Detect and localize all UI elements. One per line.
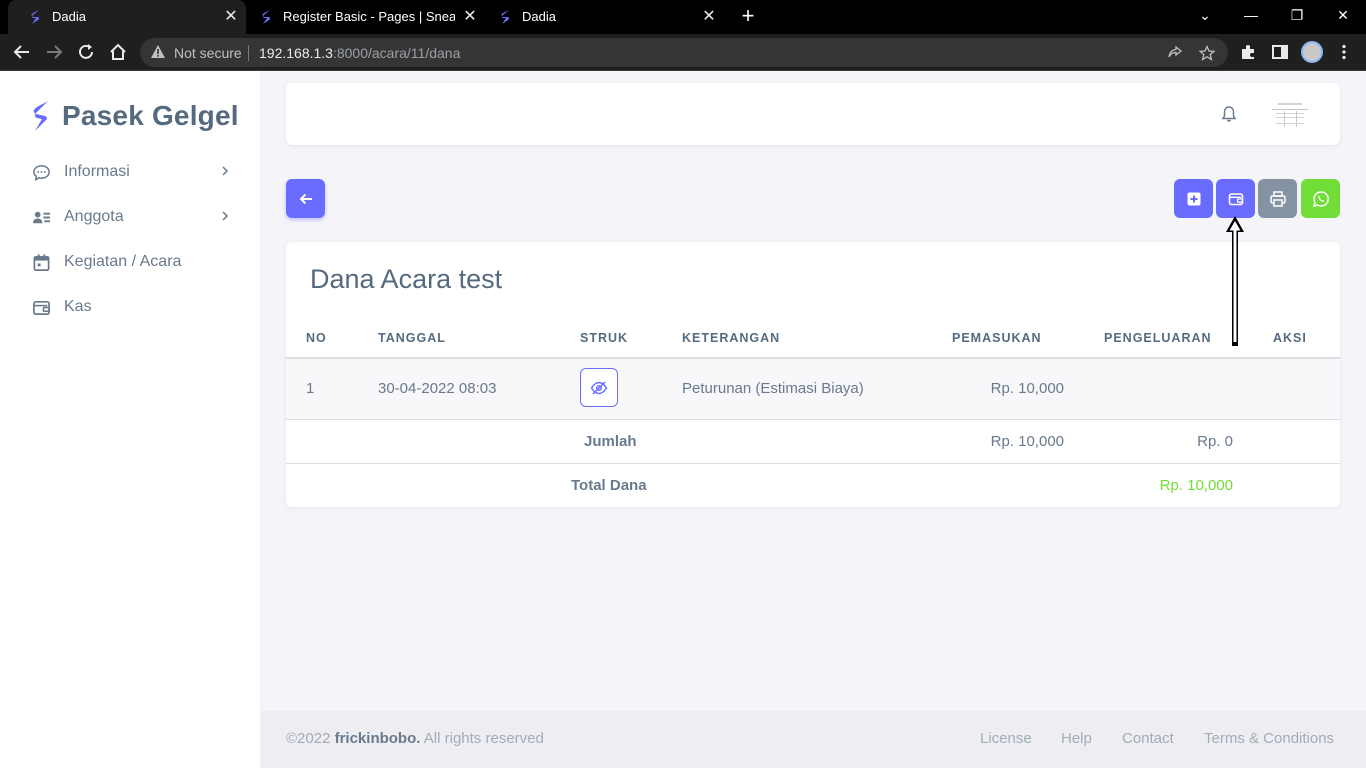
jumlah-pemasukan: Rp. 10,000 xyxy=(990,433,1064,450)
browser-tab-strip: Dadia ✕ Register Basic - Pages | Sneat -… xyxy=(0,0,1366,34)
user-list-icon xyxy=(32,211,51,224)
close-tab-icon[interactable]: ✕ xyxy=(222,8,240,26)
column-header-pengeluaran: PENGELUARAN xyxy=(1104,331,1212,345)
address-bar[interactable]: Not secure 192.168.1.3:8000/acara/11/dan… xyxy=(140,38,1228,67)
security-label: Not secure xyxy=(174,45,242,61)
sneat-favicon-icon xyxy=(501,10,509,24)
whatsapp-button[interactable] xyxy=(1301,179,1340,218)
chevron-right-icon xyxy=(222,166,229,176)
jumlah-pengeluaran: Rp. 0 xyxy=(1197,433,1233,450)
forward-nav-icon[interactable] xyxy=(42,40,66,64)
wallet-icon xyxy=(1228,192,1243,205)
tab-title: Dadia xyxy=(522,9,556,24)
close-window-button[interactable]: ✕ xyxy=(1320,0,1366,30)
row-divider xyxy=(286,419,1340,420)
sneat-logo-icon xyxy=(33,101,48,131)
calendar-icon xyxy=(33,254,50,271)
sneat-favicon-icon xyxy=(31,10,39,24)
sneat-favicon-icon xyxy=(262,10,270,24)
sidebar-item-label: Kegiatan / Acara xyxy=(64,253,182,270)
column-header-tanggal: TANGGAL xyxy=(378,331,446,345)
card-title: Dana Acara test xyxy=(310,264,503,294)
back-nav-icon[interactable] xyxy=(10,40,34,64)
tab-title: Dadia xyxy=(52,9,86,24)
wallet-icon xyxy=(33,300,50,316)
close-tab-icon[interactable]: ✕ xyxy=(461,8,479,26)
minimize-button[interactable]: — xyxy=(1228,0,1274,30)
sidebar-item-kegiatan[interactable]: Kegiatan / Acara xyxy=(16,243,244,281)
sidebar-item-label: Kas xyxy=(64,298,92,315)
footer: ©2022 frickinbobo. All rights reserved L… xyxy=(260,711,1366,768)
home-icon[interactable] xyxy=(106,40,130,64)
share-icon[interactable] xyxy=(1166,44,1184,62)
sidebar-item-label: Anggota xyxy=(64,208,124,225)
column-header-struk: STRUK xyxy=(580,331,629,345)
top-navbar xyxy=(286,83,1340,145)
footer-link-contact[interactable]: Contact xyxy=(1122,730,1174,747)
browser-toolbar: Not secure 192.168.1.3:8000/acara/11/dan… xyxy=(0,34,1366,71)
warning-icon[interactable] xyxy=(150,44,166,60)
eye-off-icon xyxy=(590,380,608,395)
url-host: 192.168.1.3 xyxy=(259,45,333,61)
total-dana-value: Rp. 10,000 xyxy=(1159,477,1233,494)
restore-button[interactable]: ❐ xyxy=(1274,0,1320,30)
sidebar-item-anggota[interactable]: Anggota xyxy=(16,198,244,236)
printer-icon xyxy=(1269,190,1286,207)
brand-name: Pasek Gelgel xyxy=(62,100,239,131)
reload-icon[interactable] xyxy=(74,40,98,64)
profile-avatar[interactable] xyxy=(1301,41,1323,63)
whatsapp-icon xyxy=(1312,190,1329,207)
side-panel-icon[interactable] xyxy=(1269,41,1291,63)
chat-icon xyxy=(33,165,50,182)
sidebar-item-informasi[interactable]: Informasi xyxy=(16,153,244,191)
bell-icon[interactable] xyxy=(1220,105,1238,123)
column-header-aksi: AKSI xyxy=(1273,331,1307,345)
arrow-left-icon xyxy=(299,193,312,204)
footer-link-license[interactable]: License xyxy=(980,730,1032,747)
user-avatar[interactable] xyxy=(1270,97,1310,131)
column-header-keterangan: KETERANGAN xyxy=(682,331,781,345)
browser-tab-dadia-2[interactable]: Dadia ✕ xyxy=(486,0,724,34)
plus-square-icon xyxy=(1187,192,1200,205)
tab-title: Register Basic - Pages | Sneat - B xyxy=(283,9,455,24)
url-text[interactable]: 192.168.1.3:8000/acara/11/dana xyxy=(259,45,460,61)
sidebar: Pasek Gelgel Informasi Anggota Kegiatan … xyxy=(0,71,260,768)
footer-rights: All rights reserved xyxy=(423,730,544,747)
dana-card: Dana Acara test NO TANGGAL STRUK KETERAN… xyxy=(286,242,1340,507)
brand[interactable]: Pasek Gelgel xyxy=(30,99,239,133)
footer-copyright: ©2022 frickinbobo. All rights reserved xyxy=(286,730,544,747)
cell-tanggal: 30-04-2022 08:03 xyxy=(378,380,497,397)
new-tab-button[interactable]: + xyxy=(737,5,759,28)
pointer-arrow-icon xyxy=(1226,216,1244,346)
cell-pemasukan: Rp. 10,000 xyxy=(990,380,1064,397)
print-button[interactable] xyxy=(1258,179,1297,218)
back-button[interactable] xyxy=(286,179,325,218)
url-path: :8000/acara/11/dana xyxy=(332,45,461,61)
footer-link-terms[interactable]: Terms & Conditions xyxy=(1204,730,1334,747)
browser-tab-register[interactable]: Register Basic - Pages | Sneat - B ✕ xyxy=(247,0,485,34)
extensions-icon[interactable] xyxy=(1237,41,1259,63)
menu-kebab-icon[interactable] xyxy=(1333,41,1355,63)
column-header-pemasukan: PEMASUKAN xyxy=(952,331,1042,345)
add-dana-button[interactable] xyxy=(1174,179,1213,218)
cell-no: 1 xyxy=(306,380,315,397)
chevron-right-icon xyxy=(222,211,229,221)
row-divider xyxy=(286,463,1340,464)
tab-search-icon[interactable]: ⌄ xyxy=(1182,0,1228,30)
jumlah-label: Jumlah xyxy=(584,433,637,450)
bookmark-star-icon[interactable] xyxy=(1198,44,1216,62)
column-header-no: NO xyxy=(306,331,327,345)
sidebar-item-label: Informasi xyxy=(64,163,130,180)
footer-link-help[interactable]: Help xyxy=(1061,730,1092,747)
total-dana-label: Total Dana xyxy=(571,477,647,494)
view-struk-button[interactable] xyxy=(580,368,618,407)
cell-keterangan: Peturunan (Estimasi Biaya) xyxy=(682,380,864,397)
footer-author[interactable]: frickinbobo. xyxy=(335,730,421,747)
close-tab-icon[interactable]: ✕ xyxy=(700,8,718,26)
browser-tab-dadia[interactable]: Dadia ✕ xyxy=(8,0,246,34)
sidebar-item-kas[interactable]: Kas xyxy=(16,288,244,326)
divider xyxy=(248,45,249,61)
footer-year: ©2022 xyxy=(286,730,331,747)
